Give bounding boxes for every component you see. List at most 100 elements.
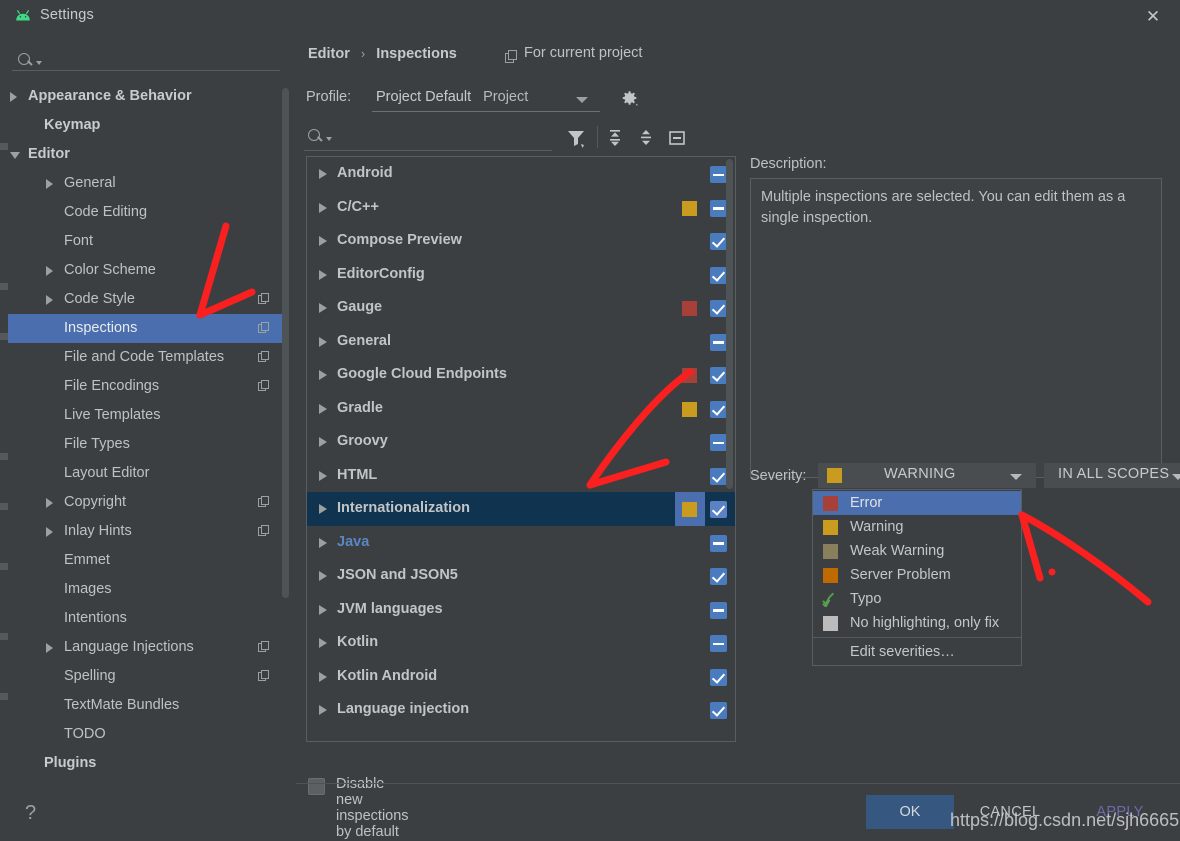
sidebar-item-inspections[interactable]: Inspections: [8, 314, 284, 343]
scope-dropdown[interactable]: IN ALL SCOPES: [1044, 463, 1180, 488]
chevron-right-icon[interactable]: [319, 202, 327, 213]
sidebar-item-color-scheme[interactable]: Color Scheme: [8, 256, 284, 285]
sidebar-item-textmate-bundles[interactable]: TextMate Bundles: [8, 691, 284, 720]
sidebar-item-appearance-behavior[interactable]: Appearance & Behavior: [8, 82, 284, 111]
sidebar-item-language-injections[interactable]: Language Injections: [8, 633, 284, 662]
group-by-icon[interactable]: [665, 126, 689, 150]
sidebar-item-keymap[interactable]: Keymap: [8, 111, 284, 140]
chevron-right-icon[interactable]: [46, 179, 53, 189]
inspection-row[interactable]: HTML: [307, 459, 735, 493]
chevron-right-icon[interactable]: [319, 571, 327, 581]
collapse-all-icon[interactable]: [634, 126, 658, 150]
chevron-right-icon[interactable]: [319, 336, 327, 347]
sidebar-item-code-editing[interactable]: Code Editing: [8, 198, 284, 227]
inspection-row[interactable]: Kotlin: [307, 626, 735, 660]
sidebar-item-emmet[interactable]: Emmet: [8, 546, 284, 575]
sidebar-search-input[interactable]: [14, 48, 280, 76]
chevron-right-icon[interactable]: [319, 269, 327, 280]
inspection-checkbox[interactable]: [710, 199, 727, 217]
sidebar-item-editor[interactable]: Editor: [8, 140, 284, 169]
inspection-row[interactable]: Kotlin Android: [307, 660, 735, 694]
severity-menu-item[interactable]: Typo: [813, 587, 1021, 611]
inspection-checkbox[interactable]: [710, 601, 727, 619]
filter-icon[interactable]: [564, 126, 588, 150]
inspection-row[interactable]: JSON and JSON5: [307, 559, 735, 593]
sidebar-item-images[interactable]: Images: [8, 575, 284, 604]
chevron-right-icon[interactable]: [319, 638, 327, 648]
inspection-checkbox[interactable]: [710, 166, 727, 183]
inspection-checkbox[interactable]: [710, 635, 727, 652]
inspection-row[interactable]: C/C++: [307, 191, 735, 225]
chevron-right-icon[interactable]: [319, 236, 327, 246]
inspection-checkbox[interactable]: [710, 367, 727, 384]
sidebar-item-file-types[interactable]: File Types: [8, 430, 284, 459]
chevron-right-icon[interactable]: [46, 498, 53, 508]
close-icon[interactable]: ✕: [1142, 7, 1164, 27]
chevron-right-icon[interactable]: [319, 437, 327, 447]
profile-dropdown[interactable]: Project Default Project: [372, 86, 600, 111]
chevron-right-icon[interactable]: [46, 295, 53, 305]
inspection-row[interactable]: Gradle: [307, 392, 735, 426]
chevron-right-icon[interactable]: [46, 527, 53, 537]
chevron-right-icon[interactable]: [319, 303, 327, 313]
sidebar-item-layout-editor[interactable]: Layout Editor: [8, 459, 284, 488]
sidebar-item-copyright[interactable]: Copyright: [8, 488, 284, 517]
inspection-checkbox[interactable]: [710, 534, 727, 552]
inspection-row[interactable]: JVM languages: [307, 593, 735, 627]
gear-icon[interactable]: [618, 87, 640, 109]
inspection-checkbox[interactable]: [710, 233, 727, 250]
inspection-checkbox[interactable]: [710, 702, 727, 719]
chevron-right-icon[interactable]: [46, 266, 53, 276]
chevron-right-icon[interactable]: [319, 169, 327, 179]
inspection-row[interactable]: Android: [307, 157, 735, 191]
sidebar-scrollbar[interactable]: [282, 88, 289, 598]
chevron-down-icon[interactable]: [10, 152, 20, 164]
inspection-row[interactable]: Language injection: [307, 693, 735, 727]
sidebar-item-intentions[interactable]: Intentions: [8, 604, 284, 633]
inspection-row[interactable]: Compose Preview: [307, 224, 735, 258]
chevron-right-icon[interactable]: [319, 705, 327, 715]
breadcrumb-root[interactable]: Editor: [308, 46, 350, 62]
sidebar-item-general[interactable]: General: [8, 169, 284, 198]
inspection-row[interactable]: Internationalization: [307, 492, 735, 526]
chevron-right-icon[interactable]: [319, 403, 327, 414]
severity-menu-item[interactable]: Server Problem: [813, 563, 1021, 587]
inspection-row[interactable]: General: [307, 325, 735, 359]
severity-menu-item[interactable]: No highlighting, only fix: [813, 611, 1021, 635]
severity-menu-item[interactable]: Weak Warning: [813, 539, 1021, 563]
sidebar-item-spelling[interactable]: Spelling: [8, 662, 284, 691]
help-icon[interactable]: ?: [25, 802, 36, 825]
chevron-right-icon[interactable]: [46, 643, 53, 653]
severity-menu-item[interactable]: Warning: [813, 515, 1021, 539]
inspection-checkbox[interactable]: [710, 333, 727, 351]
chevron-right-icon[interactable]: [319, 537, 327, 548]
inspection-row[interactable]: Java: [307, 526, 735, 560]
inspection-checkbox[interactable]: [710, 266, 727, 284]
ok-button[interactable]: OK: [866, 795, 954, 829]
sidebar-item-todo[interactable]: TODO: [8, 720, 284, 749]
inspection-checkbox[interactable]: [710, 501, 727, 518]
inspection-row[interactable]: Groovy: [307, 425, 735, 459]
severity-menu-item[interactable]: Error: [813, 491, 1021, 515]
chevron-right-icon[interactable]: [319, 370, 327, 380]
sidebar-item-file-and-code-templates[interactable]: File and Code Templates: [8, 343, 284, 372]
sidebar-item-plugins[interactable]: Plugins: [8, 749, 284, 778]
chevron-right-icon[interactable]: [319, 504, 327, 514]
chevron-right-icon[interactable]: [319, 470, 327, 481]
inspection-checkbox[interactable]: [710, 668, 727, 686]
sidebar-item-version-control[interactable]: Version Control: [8, 778, 284, 782]
inspection-row[interactable]: Gauge: [307, 291, 735, 325]
inspection-row[interactable]: EditorConfig: [307, 258, 735, 292]
sidebar-item-inlay-hints[interactable]: Inlay Hints: [8, 517, 284, 546]
edit-severities-menu-item[interactable]: Edit severities…: [813, 640, 1021, 664]
inspections-scrollbar[interactable]: [726, 159, 733, 489]
sidebar-item-file-encodings[interactable]: File Encodings: [8, 372, 284, 401]
sidebar-item-font[interactable]: Font: [8, 227, 284, 256]
sidebar-item-code-style[interactable]: Code Style: [8, 285, 284, 314]
inspection-checkbox[interactable]: [710, 568, 727, 585]
inspection-checkbox[interactable]: [710, 434, 727, 451]
sidebar-item-live-templates[interactable]: Live Templates: [8, 401, 284, 430]
inspection-checkbox[interactable]: [710, 300, 727, 317]
inspection-row[interactable]: Google Cloud Endpoints: [307, 358, 735, 392]
chevron-right-icon[interactable]: [319, 604, 327, 615]
